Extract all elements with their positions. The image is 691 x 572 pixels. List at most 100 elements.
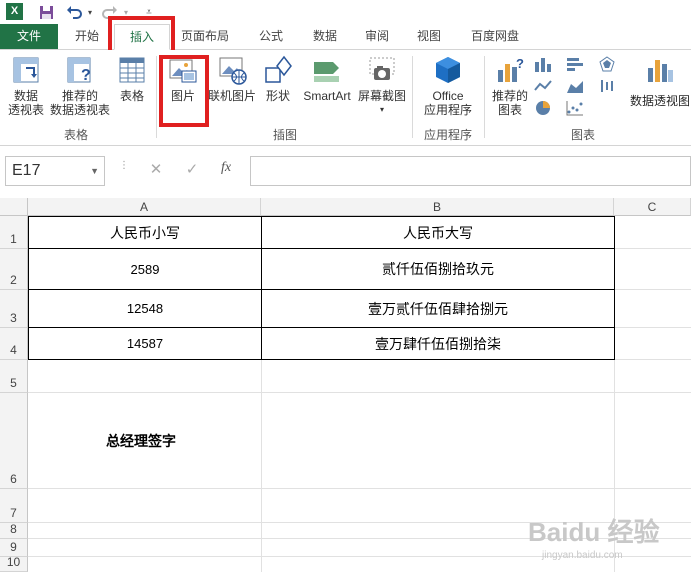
smartart-button[interactable]: SmartArt	[298, 54, 356, 103]
row-header-2[interactable]: 2	[0, 249, 28, 290]
cell-a2[interactable]: 2589	[29, 249, 261, 289]
online-pictures-button[interactable]: 联机图片	[206, 54, 258, 103]
screenshot-button[interactable]: 屏幕截图 ▾	[356, 54, 408, 117]
row-header-1[interactable]: 1	[0, 216, 28, 249]
scatter-chart-icon[interactable]	[566, 100, 584, 116]
tab-formulas[interactable]: 公式	[246, 24, 296, 49]
group-label-illustrations: 插图	[273, 128, 298, 142]
watermark-text: Baidu 经验	[528, 517, 660, 547]
row-header-6[interactable]: 6	[0, 393, 28, 489]
cell-a3[interactable]: 12548	[29, 290, 261, 327]
tab-data[interactable]: 数据	[300, 24, 350, 49]
excel-logo-icon: X	[6, 3, 23, 20]
picture-button-highlight	[159, 55, 209, 127]
ribbon-tabs: 文件 开始 插入 页面布局 公式 数据 审阅 视图 百度网盘	[0, 24, 691, 50]
column-chart-icon[interactable]	[534, 56, 552, 72]
row-header-7[interactable]: 7	[0, 489, 28, 523]
office-apps-label-line2: 应用程序	[423, 103, 472, 117]
save-icon[interactable]	[36, 2, 56, 22]
smartart-label: SmartArt	[303, 89, 351, 103]
office-apps-button[interactable]: Office 应用程序	[416, 54, 480, 117]
shapes-label: 形状	[265, 89, 290, 103]
stock-chart-icon[interactable]	[598, 78, 616, 94]
shapes-button[interactable]: 形状	[258, 54, 298, 103]
baidu-watermark: Baidu 经验 jingyan.baidu.com	[528, 512, 678, 570]
row-header-3[interactable]: 3	[0, 290, 28, 328]
watermark-subtext: jingyan.baidu.com	[542, 550, 623, 561]
name-box[interactable]: E17 ▼	[5, 156, 105, 186]
column-header-b[interactable]: B	[261, 198, 614, 216]
formula-bar: E17 ▼ ⋮ ✕ ✓ fx	[0, 146, 691, 198]
insert-tab-highlight	[108, 16, 175, 54]
column-header-c[interactable]: C	[614, 198, 691, 216]
pivot-chart-icon[interactable]	[644, 54, 676, 86]
recommended-pivot-label-line2: 数据透视表	[50, 103, 111, 117]
online-pictures-label: 联机图片	[207, 89, 256, 103]
pivot-table-icon	[13, 57, 39, 83]
tab-page-layout[interactable]: 页面布局	[172, 24, 238, 49]
cell-a1[interactable]: 人民币小写	[29, 217, 261, 248]
screenshot-label: 屏幕截图	[357, 89, 406, 103]
insert-function-icon[interactable]: fx	[216, 160, 236, 182]
screenshot-icon	[369, 57, 395, 80]
recommended-pivot-icon: ?	[67, 57, 91, 84]
line-chart-icon[interactable]	[534, 78, 552, 94]
bar-chart-icon[interactable]	[566, 56, 584, 72]
pivot-table-label-line2: 透视表	[7, 103, 44, 117]
quick-access-toolbar: X ▾ ▾ ⩡	[0, 0, 691, 24]
select-all-corner[interactable]	[0, 198, 28, 216]
group-separator	[484, 56, 485, 138]
tab-file[interactable]: 文件	[0, 24, 58, 49]
row-header-4[interactable]: 4	[0, 328, 28, 360]
group-label-tables: 表格	[64, 128, 89, 142]
area-chart-icon[interactable]	[566, 78, 584, 94]
cell-a6[interactable]: 总经理签字	[29, 393, 261, 488]
shapes-icon	[265, 55, 292, 83]
smartart-icon	[314, 62, 339, 82]
group-separator	[412, 56, 413, 138]
office-apps-icon	[436, 57, 460, 83]
tab-baidu-netdisk[interactable]: 百度网盘	[458, 24, 532, 49]
table-label: 表格	[119, 89, 144, 103]
cell-b1[interactable]: 人民币大写	[262, 217, 614, 248]
pie-chart-icon[interactable]	[534, 100, 552, 116]
pivot-table-button[interactable]: 数据 透视表	[4, 54, 48, 117]
name-box-value: E17	[12, 162, 41, 179]
table-button[interactable]: 表格	[112, 54, 152, 103]
ribbon: 数据 透视表 ? 推荐的 数据透视表 表格 表格 图片 联机图片 形状 Smar…	[0, 50, 691, 146]
svg-text:?: ?	[516, 56, 524, 71]
recommended-pivot-button[interactable]: ? 推荐的 数据透视表	[50, 54, 110, 117]
row-header-10[interactable]: 10	[0, 555, 28, 572]
pivot-table-label-line1: 数据	[13, 89, 38, 103]
pivot-chart-label[interactable]: 数据透视图	[630, 92, 690, 109]
group-label-apps: 应用程序	[424, 128, 473, 142]
tab-view[interactable]: 视图	[404, 24, 454, 49]
column-header-a[interactable]: A	[28, 198, 261, 216]
group-separator	[156, 56, 157, 138]
row-header-5[interactable]: 5	[0, 360, 28, 393]
recommended-charts-button[interactable]: ? 推荐的 图表	[488, 54, 532, 117]
svg-text:?: ?	[81, 67, 91, 84]
recommended-charts-icon: ?	[498, 56, 524, 82]
table-icon	[119, 57, 145, 83]
office-apps-label-line1: Office	[432, 89, 464, 103]
screenshot-dropdown-icon: ▾	[379, 105, 384, 114]
group-label-charts: 图表	[571, 128, 596, 142]
tab-home[interactable]: 开始	[62, 24, 112, 49]
cell-b2[interactable]: 贰仟伍佰捌拾玖元	[262, 249, 614, 289]
cell-b4[interactable]: 壹万肆仟伍佰捌拾柒	[262, 328, 614, 359]
name-box-dropdown-icon[interactable]: ▼	[90, 157, 99, 185]
radar-chart-icon[interactable]	[598, 56, 616, 72]
row-header-8[interactable]: 8	[0, 522, 28, 539]
formula-bar-dots-icon: ⋮	[119, 160, 129, 171]
undo-dropdown-icon[interactable]: ▾	[84, 2, 96, 22]
enter-icon[interactable]: ✓	[182, 160, 202, 182]
undo-icon[interactable]	[64, 2, 84, 22]
cancel-icon[interactable]: ✕	[146, 160, 166, 182]
recommended-charts-label-line1: 推荐的	[491, 89, 528, 103]
cell-a4[interactable]: 14587	[29, 328, 261, 359]
formula-input[interactable]	[250, 156, 691, 186]
cell-b3[interactable]: 壹万贰仟伍佰肆拾捌元	[262, 290, 614, 327]
recommended-charts-label-line2: 图表	[497, 103, 522, 117]
tab-review[interactable]: 审阅	[352, 24, 402, 49]
